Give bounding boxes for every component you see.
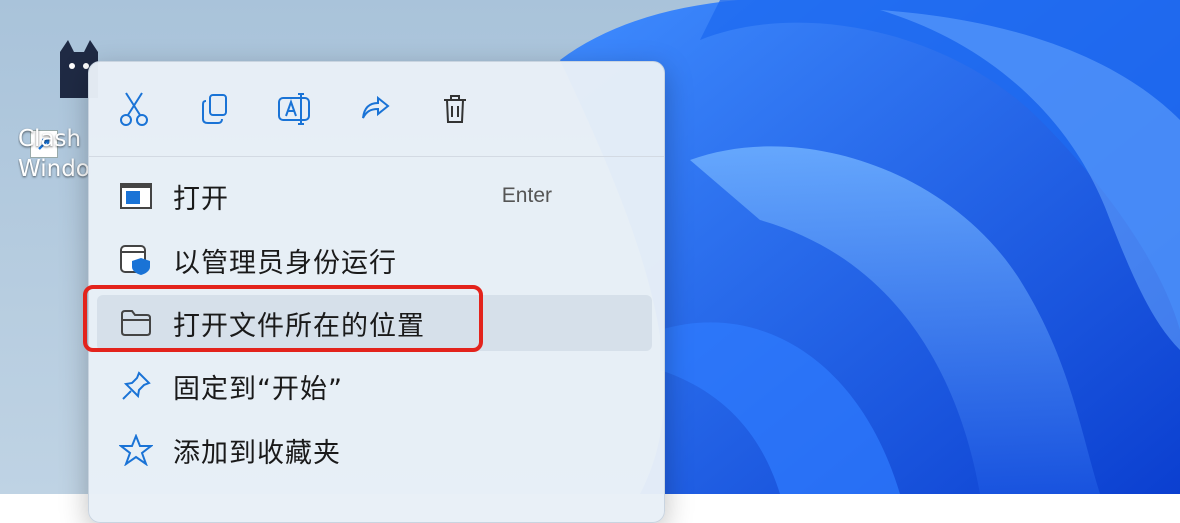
menu-item-label: 固定到“开始”: [173, 373, 343, 405]
menu-item-label: 打开文件所在的位置: [173, 310, 425, 342]
menu-item-open-file-location[interactable]: 打开文件所在的位置: [97, 295, 652, 351]
menu-item-label: 以管理员身份运行: [173, 247, 397, 279]
rename-button[interactable]: [272, 88, 318, 130]
menu-item-add-to-favorites[interactable]: 添加到收藏夹: [97, 422, 652, 478]
delete-icon: [444, 95, 466, 123]
copy-button[interactable]: [192, 88, 238, 130]
context-menu-toolbar: [89, 62, 664, 157]
cut-button[interactable]: [111, 88, 157, 130]
menu-item-run-as-admin[interactable]: 以管理员身份运行: [97, 232, 652, 288]
open-window-icon: [119, 179, 153, 213]
star-icon: [119, 433, 153, 467]
menu-item-label: 添加到收藏夹: [173, 437, 341, 469]
menu-item-label: 打开: [173, 183, 229, 215]
share-button[interactable]: [352, 88, 398, 130]
folder-icon: [119, 306, 153, 340]
toolbar-separator: [89, 156, 664, 157]
context-menu: 打开 Enter 以管理员身份运行 打开文件所在的位置 固定到“开始” 添加到收…: [88, 61, 665, 523]
copy-icon: [202, 94, 227, 124]
menu-item-open[interactable]: 打开 Enter: [97, 168, 652, 224]
delete-button[interactable]: [432, 88, 478, 130]
rename-icon: [278, 93, 310, 125]
share-icon: [362, 95, 390, 119]
cut-icon: [120, 92, 148, 126]
admin-shield-icon: [119, 243, 153, 277]
desktop-shortcut-clash[interactable]: Clash Windo: [10, 36, 100, 196]
pin-icon: [119, 369, 153, 403]
menu-item-shortcut: Enter: [501, 184, 552, 207]
menu-item-pin-to-start[interactable]: 固定到“开始”: [97, 358, 652, 414]
